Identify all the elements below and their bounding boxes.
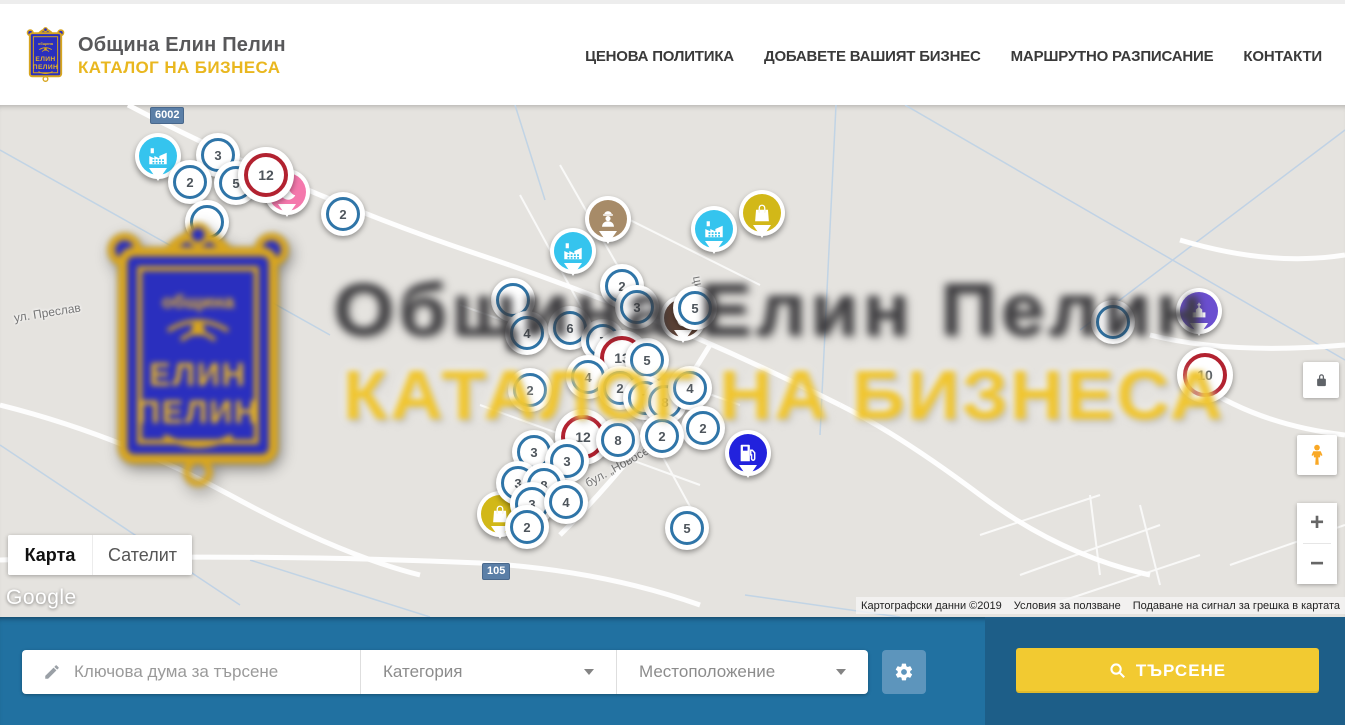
search-button-label: ТЪРСЕНЕ bbox=[1136, 661, 1226, 681]
cluster-marker[interactable]: 3 bbox=[615, 285, 659, 329]
cluster-count bbox=[1096, 305, 1130, 339]
cluster-count: 5 bbox=[670, 511, 704, 545]
pegman-icon bbox=[1305, 442, 1329, 468]
pin-worker[interactable] bbox=[585, 196, 631, 242]
cluster-count: 3 bbox=[620, 290, 654, 324]
header: Община Елин Пелин КАТАЛОГ НА БИЗНЕСА ЦЕН… bbox=[0, 0, 1345, 105]
cluster-marker[interactable]: 2 bbox=[168, 160, 212, 204]
cluster-count: 4 bbox=[510, 316, 544, 350]
pegman-button[interactable] bbox=[1297, 435, 1337, 475]
page: Община Елин Пелин КАТАЛОГ НА БИЗНЕСА ЦЕН… bbox=[0, 0, 1345, 725]
shopping-bag-icon bbox=[751, 202, 773, 224]
zoom-control: + − bbox=[1297, 503, 1337, 584]
factory-icon bbox=[562, 240, 584, 262]
map-canvas[interactable]: ул. Преславбул. „Новоселци“ци6002105 325… bbox=[0, 105, 1345, 617]
cluster-marker[interactable]: 8 bbox=[596, 418, 640, 462]
main-nav: ЦЕНОВА ПОЛИТИКА ДОБАВЕТЕ ВАШИЯТ БИЗНЕС МАР… bbox=[585, 4, 1322, 109]
cluster-count: 2 bbox=[686, 411, 720, 445]
map-type-satellite-button[interactable]: Сателит bbox=[92, 535, 192, 575]
search-fields: Категория Местоположение bbox=[22, 650, 868, 694]
gear-icon bbox=[894, 662, 914, 682]
attribution-link[interactable]: Подаване на сигнал за грешка в картата bbox=[1133, 600, 1340, 612]
cluster-count: 2 bbox=[326, 197, 360, 231]
worker-icon bbox=[597, 208, 619, 230]
search-button[interactable]: ТЪРСЕНЕ bbox=[1016, 648, 1319, 693]
brand-title: Община Елин Пелин bbox=[78, 34, 286, 56]
cluster-count: 10 bbox=[1183, 353, 1227, 397]
brand-subtitle: КАТАЛОГ НА БИЗНЕСА bbox=[78, 59, 286, 78]
cluster-marker[interactable]: 2 bbox=[640, 414, 684, 458]
cluster-count: 2 bbox=[513, 373, 547, 407]
lock-button[interactable] bbox=[1303, 362, 1339, 398]
map-type-map-button[interactable]: Карта bbox=[8, 535, 92, 575]
location-select-label: Местоположение bbox=[639, 662, 775, 682]
cluster-marker[interactable]: 5 bbox=[665, 506, 709, 550]
attribution-link[interactable]: Условия за ползване bbox=[1014, 600, 1121, 612]
cluster-marker[interactable] bbox=[1091, 300, 1135, 344]
brand-text: Община Елин Пелин КАТАЛОГ НА БИЗНЕСА bbox=[78, 34, 286, 78]
cluster-marker[interactable]: 4 bbox=[505, 311, 549, 355]
fuel-pump-icon bbox=[737, 442, 759, 464]
search-icon bbox=[1109, 662, 1126, 679]
church-icon bbox=[1188, 300, 1210, 322]
search-bar: Категория Местоположение ТЪРСЕНЕ bbox=[0, 617, 1345, 725]
cluster-marker[interactable] bbox=[185, 200, 229, 244]
factory-icon bbox=[703, 218, 725, 240]
settings-button[interactable] bbox=[882, 650, 926, 694]
keyword-field bbox=[22, 650, 360, 694]
zoom-out-button[interactable]: − bbox=[1297, 544, 1337, 584]
cluster-marker[interactable]: 2 bbox=[508, 368, 552, 412]
cluster-count: 2 bbox=[645, 419, 679, 453]
cluster-marker[interactable]: 2 bbox=[681, 406, 725, 450]
map-type-control: Карта Сателит bbox=[8, 535, 192, 575]
location-select[interactable]: Местоположение bbox=[616, 650, 868, 694]
pin-bag[interactable] bbox=[739, 190, 785, 236]
cluster-marker[interactable]: 10 bbox=[1177, 347, 1233, 403]
pin-factory[interactable] bbox=[550, 228, 596, 274]
map-attribution: Картографски данни ©2019 Условия за ползв… bbox=[856, 597, 1345, 614]
google-logo[interactable]: Google bbox=[6, 586, 77, 610]
keyword-input[interactable] bbox=[74, 662, 360, 682]
nav-route-schedule[interactable]: МАРШРУТНО РАЗПИСАНИЕ bbox=[1011, 48, 1214, 65]
cluster-count: 2 bbox=[173, 165, 207, 199]
chevron-down-icon bbox=[584, 669, 594, 675]
cluster-marker[interactable]: 12 bbox=[238, 147, 294, 203]
search-right-panel: ТЪРСЕНЕ bbox=[985, 617, 1345, 725]
cluster-count: 4 bbox=[549, 485, 583, 519]
zoom-in-button[interactable]: + bbox=[1297, 503, 1337, 543]
chevron-down-icon bbox=[836, 669, 846, 675]
nav-add-business[interactable]: ДОБАВЕТЕ ВАШИЯТ БИЗНЕС bbox=[764, 48, 981, 65]
lock-icon bbox=[1314, 373, 1329, 388]
attribution-copyright: Картографски данни ©2019 bbox=[861, 600, 1002, 612]
pin-factory[interactable] bbox=[691, 206, 737, 252]
pencil-icon bbox=[43, 663, 61, 681]
cluster-count: 12 bbox=[244, 153, 288, 197]
cluster-marker[interactable]: 5 bbox=[673, 286, 717, 330]
municipality-emblem-icon bbox=[22, 26, 69, 85]
pin-fuel[interactable] bbox=[725, 430, 771, 476]
nav-contacts[interactable]: КОНТАКТИ bbox=[1243, 48, 1322, 65]
cluster-count: 8 bbox=[601, 423, 635, 457]
cluster-count bbox=[190, 205, 224, 239]
cluster-marker[interactable]: 4 bbox=[544, 480, 588, 524]
factory-icon bbox=[147, 145, 169, 167]
category-select-label: Категория bbox=[383, 662, 462, 682]
brand-logo[interactable]: Община Елин Пелин КАТАЛОГ НА БИЗНЕСА bbox=[22, 26, 286, 85]
cluster-marker[interactable]: 2 bbox=[321, 192, 365, 236]
cluster-count: 2 bbox=[510, 510, 544, 544]
cluster-marker[interactable]: 2 bbox=[505, 505, 549, 549]
nav-pricing[interactable]: ЦЕНОВА ПОЛИТИКА bbox=[585, 48, 734, 65]
map-markers: 325122246735135242784212823338342510 bbox=[0, 105, 1345, 617]
cluster-count: 4 bbox=[673, 371, 707, 405]
category-select[interactable]: Категория bbox=[360, 650, 616, 694]
cluster-marker[interactable]: 4 bbox=[668, 366, 712, 410]
pin-church[interactable] bbox=[1176, 288, 1222, 334]
cluster-count: 5 bbox=[678, 291, 712, 325]
